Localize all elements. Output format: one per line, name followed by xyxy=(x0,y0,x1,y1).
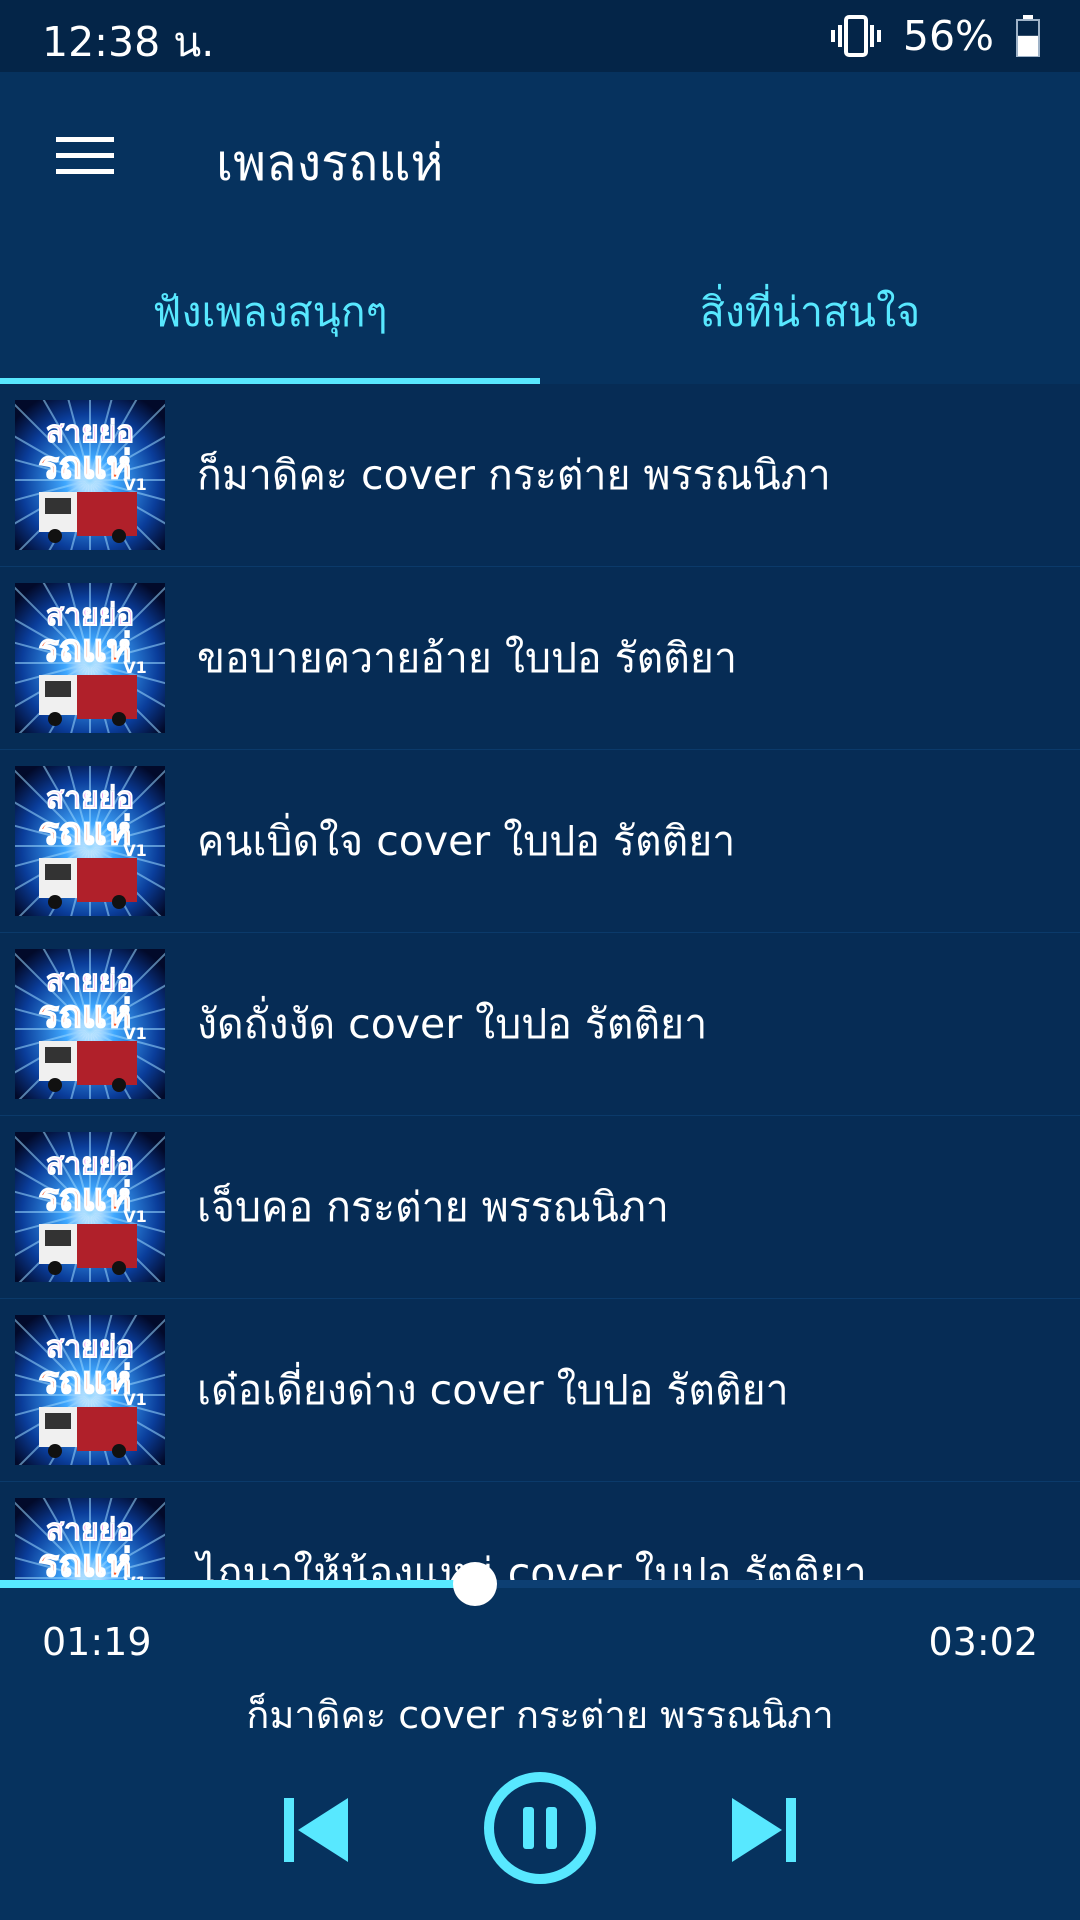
album-art-thumbnail: สายย่อรถแห่V1 xyxy=(15,766,165,916)
thumb-tag: V1 xyxy=(123,1573,147,1580)
app-title: เพลงรถแห่ xyxy=(216,134,444,192)
status-time: 12:38 น. xyxy=(42,18,215,66)
tab-interesting[interactable]: สิ่งที่น่าสนใจ xyxy=(540,240,1080,384)
song-title: คนเบิ่ดใจ cover ใบปอ รัตติยา xyxy=(197,816,736,865)
next-button[interactable] xyxy=(724,1790,804,1870)
album-art-image: สายย่อรถแห่V1 xyxy=(15,949,165,1099)
skip-previous-icon xyxy=(284,1798,348,1862)
album-art-image: สายย่อรถแห่V1 xyxy=(15,1315,165,1465)
song-row[interactable]: สายย่อ รถแห่ V1 งัดถั่งงัด cover ใบปอ รัตติ… xyxy=(0,933,1080,1116)
thumb-line2: รถแห่ xyxy=(39,443,132,487)
tab-label: ฟังเพลงสนุกๆ xyxy=(152,287,388,336)
album-art-thumbnail: สายย่อรถแห่V1 xyxy=(15,949,165,1099)
thumb-tag: V1 xyxy=(123,1207,147,1226)
progress-bar[interactable] xyxy=(0,1562,1080,1606)
status-icons: 56% xyxy=(830,10,1040,62)
previous-button[interactable] xyxy=(276,1790,356,1870)
song-list: สายย่อ รถแห่ V1 ก็มาดิคะ cover กระต่าย พรรณ… xyxy=(0,384,1080,1580)
song-row[interactable]: สายย่อรถแห่V1 ไถนาให้น้องแหน่ cover ใบปอ … xyxy=(0,1482,1080,1580)
album-art-image: สายย่อรถแห่V1 xyxy=(15,1132,165,1282)
battery-icon xyxy=(1016,15,1040,57)
album-art-thumbnail: สายย่อรถแห่V1 xyxy=(15,400,165,550)
album-art-thumbnail: สายย่อรถแห่V1 xyxy=(15,583,165,733)
album-art-thumbnail: สายย่อรถแห่V1 xyxy=(15,1132,165,1282)
menu-icon xyxy=(56,137,114,174)
song-title: ขอบายควายอ้าย ใบปอ รัตติยา xyxy=(197,633,737,682)
thumb-tag: V1 xyxy=(123,1024,147,1043)
thumb-tag: V1 xyxy=(123,841,147,860)
album-art-thumbnail: สายย่อรถแห่V1 xyxy=(15,1498,165,1580)
current-time: 01:19 xyxy=(42,1620,152,1664)
song-row[interactable]: สายย่อ รถแห่ V1 เด๋อเดี่ยงด่าง cover ใบปอ ร… xyxy=(0,1299,1080,1482)
thumb-tag: V1 xyxy=(123,658,147,677)
thumb-tag: V1 xyxy=(123,1390,147,1409)
thumb-tag: V1 xyxy=(123,475,147,494)
song-row[interactable]: สายย่อ รถแห่ V1 ขอบายควายอ้าย ใบปอ รัตติยา xyxy=(0,567,1080,750)
thumb-line2: รถแห่ xyxy=(39,626,132,670)
song-row[interactable]: สายย่อ รถแห่ V1 เจ็บคอ กระต่าย พรรณนิภา xyxy=(0,1116,1080,1299)
thumb-line2: รถแห่ xyxy=(39,992,132,1036)
pause-button[interactable] xyxy=(482,1770,598,1886)
album-art-image: สายย่อรถแห่V1 xyxy=(15,400,165,550)
player-panel: 01:19 03:02 ก็มาดิคะ cover กระต่าย พรรณน… xyxy=(0,1562,1080,1920)
status-bar: 12:38 น. 56% xyxy=(0,0,1080,72)
album-art-image: สายย่อรถแห่V1 xyxy=(15,583,165,733)
thumb-line2: รถแห่ xyxy=(39,1358,132,1402)
song-title: งัดถั่งงัด cover ใบปอ รัตติยา xyxy=(197,999,708,1048)
now-playing-title: ก็มาดิคะ cover กระต่าย พรรณนิภา xyxy=(246,1693,834,1737)
vibrate-icon xyxy=(830,15,881,57)
album-art-image: สายย่อรถแห่V1 xyxy=(15,766,165,916)
song-row[interactable]: สายย่อ รถแห่ V1 ก็มาดิคะ cover กระต่าย พรรณ… xyxy=(0,384,1080,567)
thumb-line2: รถแห่ xyxy=(39,809,132,853)
song-title: เด๋อเดี่ยงด่าง cover ใบปอ รัตติยา xyxy=(197,1365,789,1414)
tab-label: สิ่งที่น่าสนใจ xyxy=(699,287,921,336)
thumb-line2: รถแห่ xyxy=(39,1541,132,1580)
battery-percent: 56% xyxy=(902,12,994,60)
song-title: ก็มาดิคะ cover กระต่าย พรรณนิภา xyxy=(197,450,831,499)
skip-next-icon xyxy=(732,1798,796,1862)
thumb-line2: รถแห่ xyxy=(39,1175,132,1219)
album-art-thumbnail: สายย่อรถแห่V1 xyxy=(15,1315,165,1465)
menu-button[interactable] xyxy=(40,126,130,186)
progress-fill xyxy=(0,1580,476,1588)
song-title: ไถนาให้น้องแหน่ cover ใบปอ รัตติยา xyxy=(197,1548,867,1581)
total-time: 03:02 xyxy=(928,1620,1038,1664)
song-title: เจ็บคอ กระต่าย พรรณนิภา xyxy=(197,1182,669,1231)
tab-fun-songs[interactable]: ฟังเพลงสนุกๆ xyxy=(0,240,540,384)
playback-controls xyxy=(0,1770,1080,1900)
progress-thumb[interactable] xyxy=(453,1562,498,1606)
tab-bar: ฟังเพลงสนุกๆ สิ่งที่น่าสนใจ xyxy=(0,240,1080,384)
app-bar: เพลงรถแห่ xyxy=(0,72,1080,240)
album-art-image: สายย่อรถแห่V1 xyxy=(15,1498,165,1580)
pause-icon xyxy=(484,1772,596,1884)
song-row[interactable]: สายย่อ รถแห่ V1 คนเบิ่ดใจ cover ใบปอ รัตติย… xyxy=(0,750,1080,933)
